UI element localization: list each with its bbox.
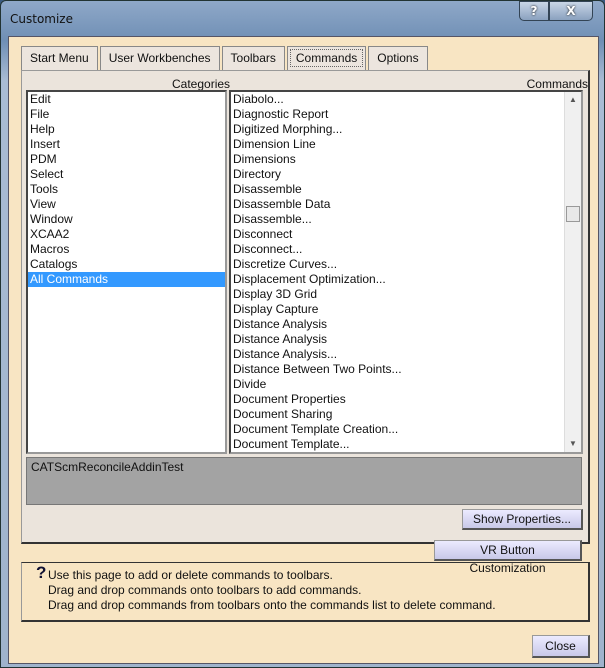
command-item[interactable]: Dimensions <box>231 152 581 167</box>
command-item[interactable]: Digitized Morphing... <box>231 122 581 137</box>
command-item[interactable]: Displacement Optimization... <box>231 272 581 287</box>
command-item[interactable]: Document Properties <box>231 392 581 407</box>
window-title: Customize <box>10 12 73 26</box>
tab-start-menu[interactable]: Start Menu <box>21 46 98 70</box>
help-panel: ? Use this page to add or delete command… <box>21 562 590 622</box>
command-item[interactable]: Document Template... <box>231 437 581 452</box>
help-line: Drag and drop commands onto toolbars to … <box>48 583 362 597</box>
command-item[interactable]: Disassemble Data <box>231 197 581 212</box>
vr-button-customization-button[interactable]: VR Button Customization <box>434 540 582 575</box>
command-item[interactable]: Document Sharing <box>231 407 581 422</box>
help-line: Use this page to add or delete commands … <box>48 568 333 582</box>
command-item[interactable]: Disconnect... <box>231 242 581 257</box>
category-item[interactable]: View <box>28 197 225 212</box>
scroll-up-arrow-icon[interactable]: ▲ <box>565 92 581 108</box>
category-item[interactable]: All Commands <box>28 272 225 287</box>
show-properties-button[interactable]: Show Properties... <box>462 509 583 530</box>
category-item[interactable]: Macros <box>28 242 225 257</box>
tab-user-workbenches[interactable]: User Workbenches <box>99 46 220 70</box>
scroll-thumb[interactable] <box>566 206 580 222</box>
commands-list[interactable]: Diabolo... Diagnostic Report Digitized Mor… <box>229 90 583 454</box>
command-item[interactable]: Directory <box>231 167 581 182</box>
command-item[interactable]: Document Template Creation... <box>231 422 581 437</box>
category-item[interactable]: PDM <box>28 152 225 167</box>
scroll-down-arrow-icon[interactable]: ▼ <box>565 436 581 452</box>
category-item[interactable]: XCAA2 <box>28 227 225 242</box>
category-item[interactable]: Help <box>28 122 225 137</box>
command-item[interactable]: Distance Analysis... <box>231 347 581 362</box>
command-item[interactable]: Distance Analysis <box>231 317 581 332</box>
commands-header: Commands <box>526 77 588 91</box>
category-item[interactable]: Tools <box>28 182 225 197</box>
category-item[interactable]: Edit <box>28 92 225 107</box>
close-button[interactable]: Close <box>532 635 590 658</box>
help-line: Drag and drop commands from toolbars ont… <box>48 598 496 612</box>
category-item[interactable]: Select <box>28 167 225 182</box>
question-icon: ? <box>36 563 47 582</box>
command-item[interactable]: Disassemble <box>231 182 581 197</box>
help-button[interactable]: ? <box>519 1 549 21</box>
command-item[interactable]: Dimension Line <box>231 137 581 152</box>
customize-dialog: Customize ? X Start Menu User Workbenches… <box>0 0 605 668</box>
command-item[interactable]: Disconnect <box>231 227 581 242</box>
command-item[interactable]: Display Capture <box>231 302 581 317</box>
commands-tab-panel: Categories Commands Edit File Help Insert PD… <box>21 70 590 544</box>
command-item[interactable]: Display 3D Grid <box>231 287 581 302</box>
command-item[interactable]: Distance Between Two Points... <box>231 362 581 377</box>
command-item[interactable]: Distance Analysis <box>231 332 581 347</box>
tab-commands[interactable]: Commands <box>286 46 367 70</box>
command-description: CATScmReconcileAddinTest <box>26 457 582 505</box>
tab-toolbars[interactable]: Toolbars <box>221 46 285 70</box>
close-window-button[interactable]: X <box>549 1 593 21</box>
dialog-client: Start Menu User Workbenches Toolbars Comman… <box>8 36 599 664</box>
category-item[interactable]: Insert <box>28 137 225 152</box>
command-item[interactable]: Discretize Curves... <box>231 257 581 272</box>
category-item[interactable]: Window <box>28 212 225 227</box>
category-item[interactable]: File <box>28 107 225 122</box>
command-item[interactable]: Diabolo... <box>231 92 581 107</box>
category-item[interactable]: Catalogs <box>28 257 225 272</box>
tab-options[interactable]: Options <box>368 46 428 70</box>
command-item[interactable]: Disassemble... <box>231 212 581 227</box>
categories-header: Categories <box>172 77 231 91</box>
commands-scrollbar[interactable]: ▲ ▼ <box>564 92 581 452</box>
command-item[interactable]: Diagnostic Report <box>231 107 581 122</box>
command-item[interactable]: Divide <box>231 377 581 392</box>
tab-strip: Start Menu User Workbenches Toolbars Comman… <box>21 46 430 70</box>
categories-list[interactable]: Edit File Help Insert PDM Select Tools View Wind… <box>26 90 227 454</box>
